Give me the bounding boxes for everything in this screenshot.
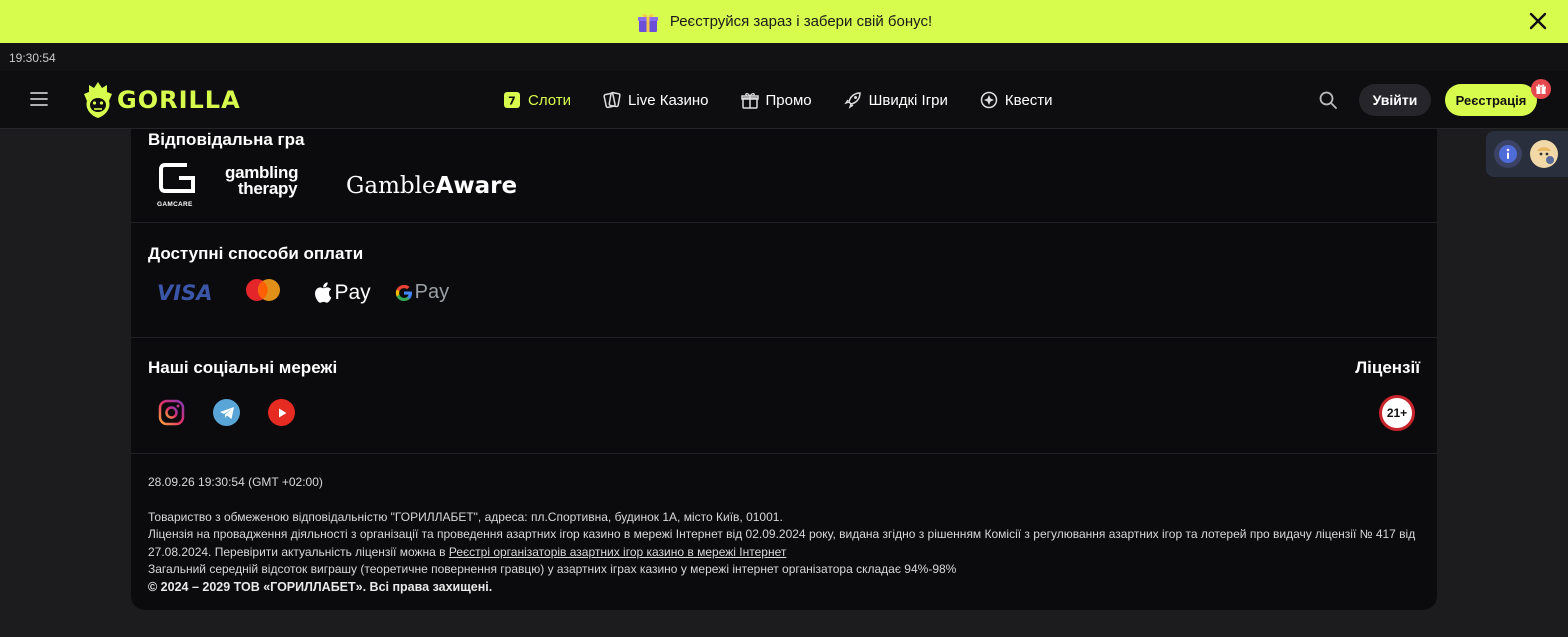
register-button[interactable]: Реєстрація xyxy=(1445,84,1537,116)
promo-text: Реєструйся зараз і забери свій бонус! xyxy=(669,13,933,30)
rtp-info: Загальний середній відсоток виграшу (тео… xyxy=(148,562,957,576)
visa-logo: VISA xyxy=(157,280,213,305)
login-button[interactable]: Увійти xyxy=(1359,84,1431,116)
apple-pay-text: Pay xyxy=(334,280,371,304)
close-icon[interactable] xyxy=(1528,11,1548,31)
cards-icon xyxy=(603,91,621,109)
nav-item-live-casino[interactable]: Live Казино xyxy=(603,91,709,109)
nav-label: Слоти xyxy=(528,91,572,109)
footer-datetime: 28.09.26 19:30:54 (GMT +02:00) xyxy=(148,475,323,489)
slot-7-icon: 7 xyxy=(504,92,520,108)
social-links xyxy=(158,399,295,426)
google-pay-logo: Pay xyxy=(395,281,449,304)
main-nav: 7 Слоти Live Казино Промо Швидкі Ігри Кв… xyxy=(503,71,1085,129)
gorilla-head-icon xyxy=(84,82,112,118)
svg-text:7: 7 xyxy=(508,95,516,108)
site-header: GORILLA 7 Слоти Live Казино Промо Швидкі… xyxy=(0,71,1568,129)
copyright: © 2024 – 2029 ТОВ «ГОРИЛЛАБЕТ». Всі прав… xyxy=(148,579,493,594)
apple-pay-logo: Pay xyxy=(314,280,371,305)
instagram-icon[interactable] xyxy=(158,399,185,426)
gambleaware-logo[interactable]: GambleAware xyxy=(346,169,517,200)
mastercard-logo xyxy=(244,278,282,307)
nav-item-fast-games[interactable]: Швидкі Ігри xyxy=(843,91,948,109)
nav-item-slots[interactable]: 7 Слоти xyxy=(503,91,571,109)
nav-item-promo[interactable]: Промо xyxy=(740,91,812,109)
gambling-therapy-logo[interactable]: gambling therapy xyxy=(225,164,298,198)
social-title: Наші соціальні мережі xyxy=(148,358,338,377)
youtube-icon[interactable] xyxy=(268,399,295,426)
gambleaware-part2: Aware xyxy=(435,173,518,199)
rocket-icon xyxy=(843,92,861,109)
nav-item-quests[interactable]: Квести xyxy=(980,91,1053,109)
gift-icon xyxy=(740,93,759,109)
licenses-title: Ліцензії xyxy=(1355,358,1420,377)
divider xyxy=(131,222,1437,223)
promo-banner[interactable]: Реєструйся зараз і забери свій бонус! xyxy=(0,0,1568,43)
gamcare-text: GAMCARE xyxy=(157,201,193,208)
nav-label: Швидкі Ігри xyxy=(868,91,948,109)
nav-label: Промо xyxy=(765,91,812,109)
menu-burger-icon[interactable] xyxy=(30,91,48,107)
telegram-icon[interactable] xyxy=(213,399,240,426)
license-info: Ліцензія на провадження діяльності з орг… xyxy=(148,526,1418,561)
legal-info: 28.09.26 19:30:54 (GMT +02:00) Товариств… xyxy=(148,474,1418,596)
nav-label: Квести xyxy=(1004,91,1053,109)
google-pay-text: Pay xyxy=(414,281,450,303)
gorilla-logo[interactable]: GORILLA xyxy=(83,81,241,119)
apple-icon xyxy=(315,282,332,303)
divider xyxy=(131,453,1437,454)
info-icon[interactable] xyxy=(1494,140,1522,168)
logo-text: GORILLA xyxy=(117,86,241,114)
google-g-icon xyxy=(395,284,412,301)
gift-box-icon xyxy=(636,10,660,34)
gambleaware-part1: Gamble xyxy=(346,173,436,199)
divider xyxy=(131,337,1437,338)
company-info: Товариство з обмеженою відповідальністю … xyxy=(148,509,783,524)
side-widget xyxy=(1486,131,1568,177)
age-21-badge[interactable]: 21+ xyxy=(1379,395,1415,431)
register-gift-badge-icon xyxy=(1531,79,1551,99)
gambling-therapy-line2: therapy xyxy=(237,179,298,198)
responsible-gaming-title: Відповідальна гра xyxy=(148,130,305,149)
payment-methods: VISA Pay Pay xyxy=(157,278,449,307)
compass-icon xyxy=(980,91,998,109)
clock-time: 19:30:54 xyxy=(9,51,56,65)
support-bot-icon[interactable] xyxy=(1530,140,1558,168)
license-registry-link[interactable]: Реєстрі організаторів азартних ігор кази… xyxy=(449,545,786,559)
clock-bar: 19:30:54 xyxy=(0,43,1568,71)
payments-title: Доступні способи оплати xyxy=(148,244,364,263)
search-icon[interactable] xyxy=(1318,90,1338,110)
nav-label: Live Казино xyxy=(628,91,709,109)
footer-card: Відповідальна гра GAMCARE gambling thera… xyxy=(131,129,1437,610)
gamcare-logo[interactable]: GAMCARE xyxy=(157,161,199,208)
